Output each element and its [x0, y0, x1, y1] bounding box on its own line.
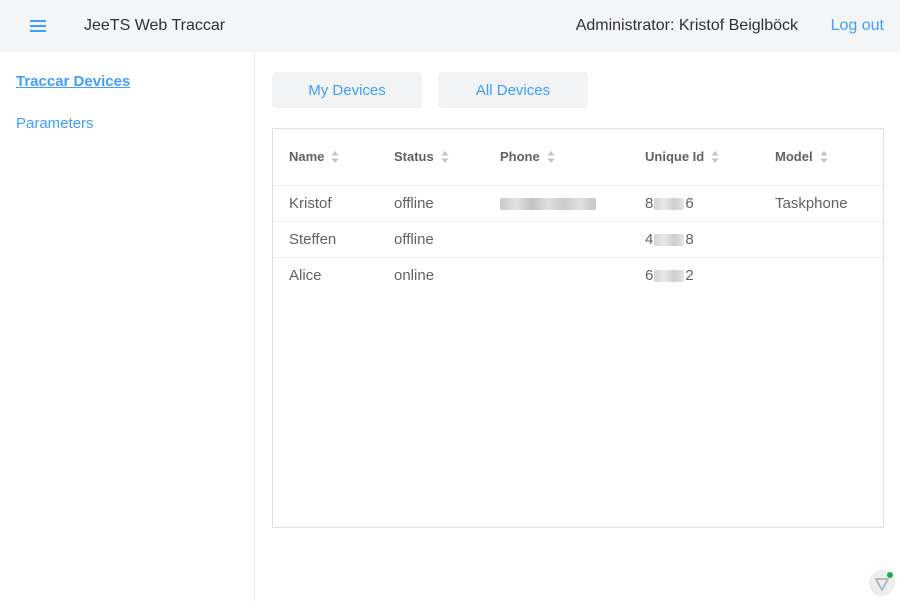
cell-name: Kristof [289, 195, 332, 212]
table-row[interactable]: Kristof offline 86 Taskphone [273, 185, 883, 222]
table-header: Name Status Phone Unique Id Model [273, 129, 883, 186]
logout-link[interactable]: Log out [831, 17, 884, 35]
sidebar: Traccar Devices Parameters [0, 52, 255, 601]
sort-icon [441, 150, 449, 163]
column-header-phone[interactable]: Phone [500, 149, 555, 164]
sort-icon [711, 150, 719, 163]
table-row[interactable]: Alice online 62 [273, 257, 883, 293]
sidebar-item-traccar-devices[interactable]: Traccar Devices [16, 73, 130, 90]
sort-icon [820, 150, 828, 163]
app-title: JeeTS Web Traccar [84, 17, 226, 34]
cell-status: offline [394, 195, 434, 212]
table-row[interactable]: Steffen offline 48 [273, 221, 883, 258]
cell-model: Taskphone [775, 195, 848, 212]
current-user-label: Administrator: Kristof Beiglböck [575, 17, 798, 34]
extension-badge-button[interactable] [868, 569, 896, 597]
tab-all-devices[interactable]: All Devices [438, 72, 588, 108]
column-header-status[interactable]: Status [394, 149, 449, 164]
app-header: JeeTS Web Traccar Administrator: Kristof… [0, 0, 900, 52]
column-header-name[interactable]: Name [289, 149, 339, 164]
cell-unique-id: 86 [645, 195, 694, 212]
cell-unique-id: 62 [645, 267, 694, 284]
redacted-phone [500, 198, 596, 211]
sort-icon [547, 150, 555, 163]
redacted-id [654, 234, 685, 247]
cell-status: online [394, 267, 435, 284]
redacted-id [654, 270, 685, 283]
extension-badge-icon [869, 570, 895, 596]
devices-table: Name Status Phone Unique Id Model Kristo… [272, 128, 884, 528]
column-header-model[interactable]: Model [775, 149, 828, 164]
cell-status: offline [394, 231, 434, 248]
cell-unique-id: 48 [645, 231, 694, 248]
tab-my-devices[interactable]: My Devices [272, 72, 422, 108]
column-header-unique-id[interactable]: Unique Id [645, 149, 719, 164]
hamburger-icon [30, 20, 46, 32]
cell-phone [500, 195, 596, 212]
cell-name: Alice [289, 267, 322, 284]
cell-name: Steffen [289, 231, 337, 248]
hamburger-menu-button[interactable] [29, 16, 47, 36]
sort-icon [331, 150, 339, 163]
redacted-id [654, 198, 685, 211]
sidebar-item-parameters[interactable]: Parameters [16, 115, 94, 132]
